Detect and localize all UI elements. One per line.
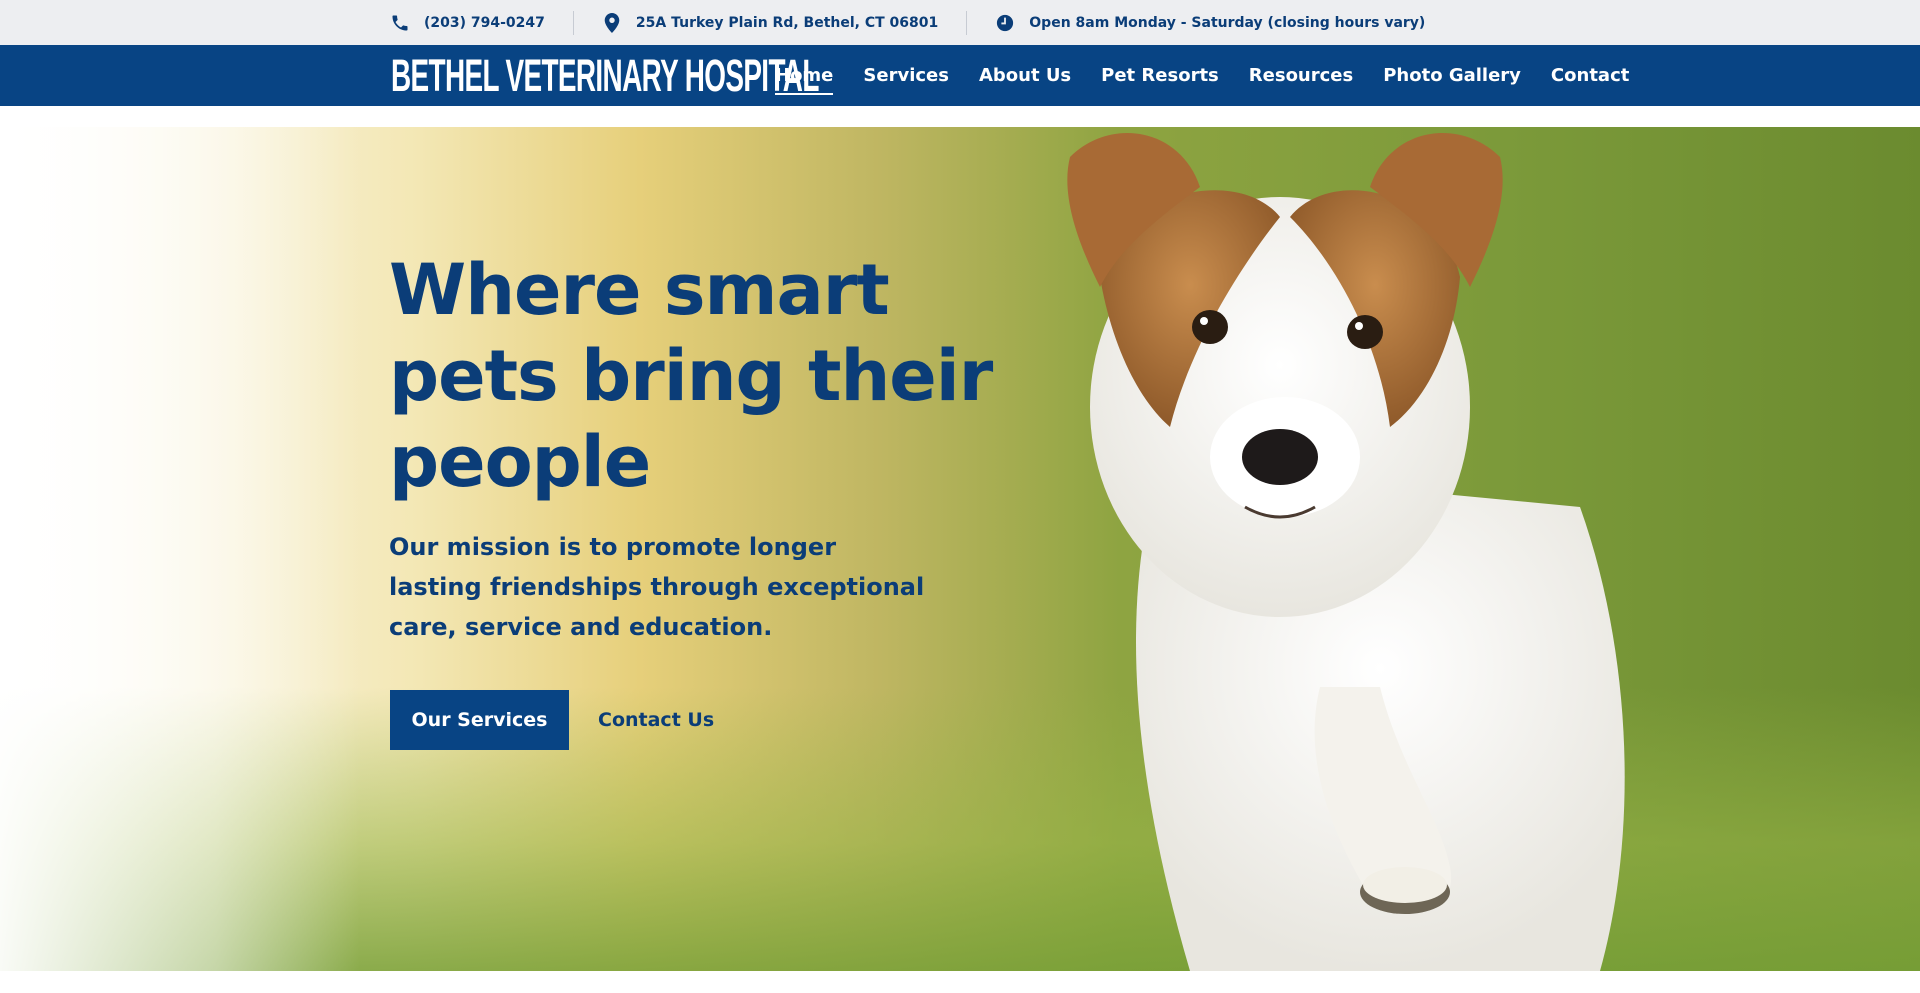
top-info-bar: (203) 794-0247 25A Turkey Plain Rd, Beth… <box>0 0 1920 45</box>
hero-mission-line: lasting friendships through exceptional <box>389 573 925 601</box>
address-text: 25A Turkey Plain Rd, Bethel, CT 06801 <box>635 14 939 31</box>
contact-us-link[interactable]: Contact Us <box>598 690 714 750</box>
clock-icon <box>995 13 1015 33</box>
hero-left-fade <box>0 127 360 971</box>
topbar-divider <box>966 10 968 35</box>
hours-text: Open 8am Monday - Saturday (closing hour… <box>1029 14 1426 31</box>
main-header: BETHEL VETERINARY HOSPITAL Home Services… <box>0 45 1920 106</box>
hero-section: Where smart pets bring their people Our … <box>0 127 1920 971</box>
hero-title-line: people <box>389 421 651 503</box>
nav-item-services[interactable]: Services <box>863 65 949 86</box>
hero-mission-line: care, service and education. <box>389 613 773 641</box>
nav-item-resources[interactable]: Resources <box>1249 65 1353 86</box>
hero-mission-line: Our mission is to promote longer <box>389 533 837 561</box>
hero-mission-text: Our mission is to promote longer lasting… <box>389 527 925 647</box>
topbar-divider <box>572 10 574 35</box>
map-pin-icon <box>602 12 622 33</box>
nav-item-contact[interactable]: Contact <box>1551 65 1629 86</box>
hero-title-line: Where smart <box>389 249 890 331</box>
nav-item-pet-resorts[interactable]: Pet Resorts <box>1101 65 1219 86</box>
site-logo[interactable]: BETHEL VETERINARY HOSPITAL <box>391 53 819 98</box>
nav-item-home[interactable]: Home <box>775 65 834 95</box>
phone-number: (203) 794-0247 <box>424 14 545 31</box>
phone-link[interactable]: (203) 794-0247 <box>390 0 545 45</box>
hours-info: Open 8am Monday - Saturday (closing hour… <box>995 0 1425 45</box>
hero-title: Where smart pets bring their people <box>389 247 993 505</box>
phone-icon <box>390 13 410 33</box>
nav-item-about-us[interactable]: About Us <box>979 65 1071 86</box>
nav-item-photo-gallery[interactable]: Photo Gallery <box>1383 65 1521 86</box>
address-link[interactable]: 25A Turkey Plain Rd, Bethel, CT 06801 <box>602 0 938 45</box>
dog-photo <box>1067 133 1625 971</box>
our-services-button[interactable]: Our Services <box>390 690 569 750</box>
main-nav: Home Services About Us Pet Resorts Resou… <box>775 45 1659 106</box>
hero-title-line: pets bring their <box>389 335 993 417</box>
top-info-bar-content: (203) 794-0247 25A Turkey Plain Rd, Beth… <box>390 0 1425 45</box>
